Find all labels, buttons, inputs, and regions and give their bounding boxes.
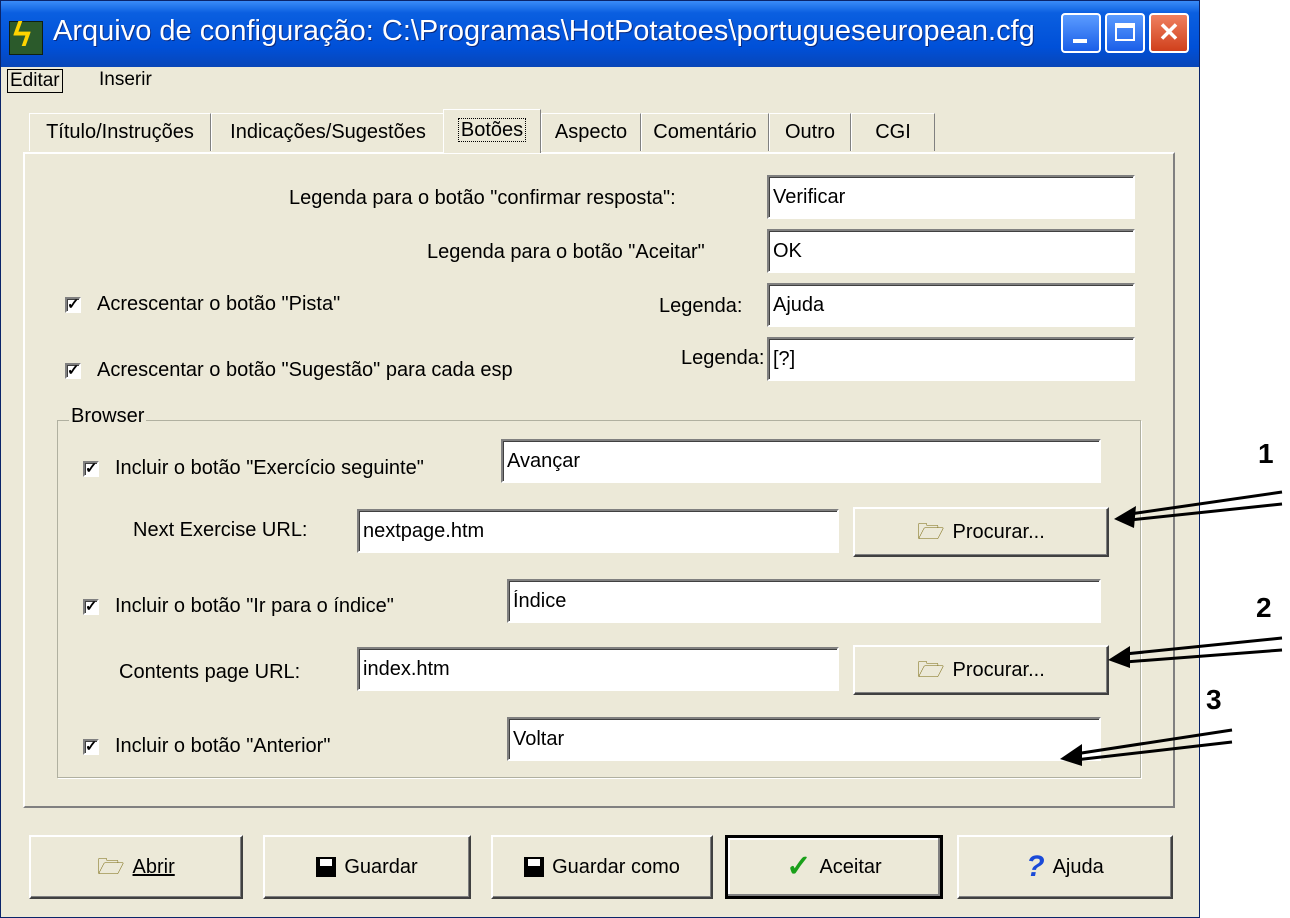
annotation-arrows xyxy=(1060,490,1283,766)
annotation-arrowhead-1 xyxy=(1114,506,1136,528)
tab-buttons[interactable]: Botões xyxy=(443,109,541,153)
tab-buttons-label: Botões xyxy=(457,118,527,142)
annotation-arrowhead-3 xyxy=(1060,744,1082,766)
annotation-arrowhead-2 xyxy=(1108,646,1130,668)
